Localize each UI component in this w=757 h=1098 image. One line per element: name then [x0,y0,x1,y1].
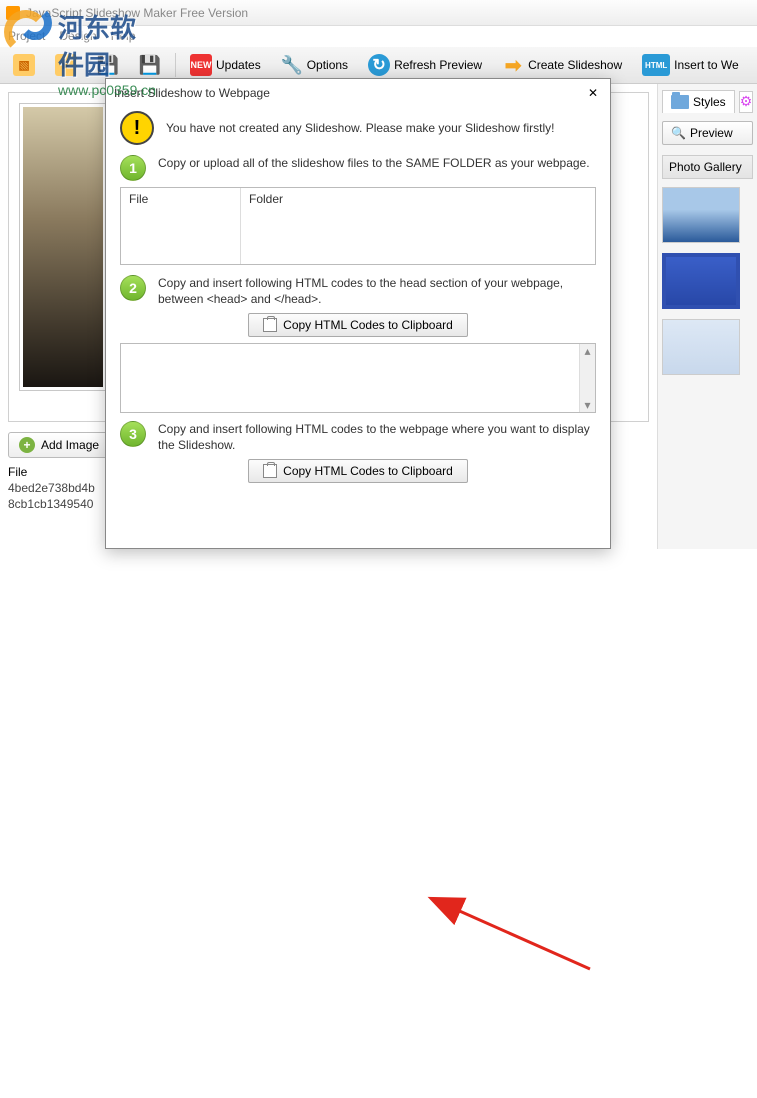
dialog-title: Insert Slideshow to Webpage [114,86,270,100]
magnifier-icon: 🔍 [671,126,686,140]
insert-slideshow-dialog: Insert Slideshow to Webpage ✕ ! You have… [105,78,611,549]
refresh-preview-button[interactable]: ↻ Refresh Preview [359,50,491,80]
toolbar-saveas-button[interactable]: 💾 [130,50,170,80]
close-icon: ✕ [588,86,598,100]
insert-label: Insert to We [674,58,738,72]
settings-button[interactable]: ⚙ [739,91,754,113]
copy-btn2-label: Copy HTML Codes to Clipboard [283,464,453,478]
toolbar-new-button[interactable]: ▧ [4,50,44,80]
gallery-style-thumb[interactable] [662,187,740,243]
slide-image [23,107,103,387]
warning-text: You have not created any Slideshow. Plea… [166,120,554,136]
step-1-icon: 1 [120,155,146,181]
wrench-icon: 🔧 [281,54,303,76]
step-3-icon: 3 [120,421,146,447]
warning-icon: ! [120,111,154,145]
preview-label: Preview [690,126,733,140]
refresh-label: Refresh Preview [394,58,482,72]
window-titlebar: JavaScript Slideshow Maker Free Version [0,0,757,26]
clipboard-icon [263,318,277,332]
step-2-text: Copy and insert following HTML codes to … [158,275,596,307]
gear-icon: ⚙ [740,93,753,110]
step-1-text: Copy or upload all of the slideshow file… [158,155,590,181]
step-3-text: Copy and insert following HTML codes to … [158,421,596,453]
options-label: Options [307,58,348,72]
updates-button[interactable]: NEW Updates [181,50,270,80]
head-code-textarea[interactable]: ▴▾ [120,343,596,413]
close-button[interactable]: ✕ [584,84,602,102]
html-icon: HTML [642,54,670,76]
toolbar-open-button[interactable]: ▸ [46,50,86,80]
create-slideshow-button[interactable]: ➡ Create Slideshow [493,50,631,80]
category-header: Photo Gallery [662,155,753,179]
file-folder-grid[interactable]: File Folder [120,187,596,265]
window-title: JavaScript Slideshow Maker Free Version [26,6,248,20]
menu-bar: Project Design Help [0,26,757,46]
slide-thumbnail[interactable] [19,103,107,391]
annotation-arrow [0,549,757,1098]
right-panel: Styles ⚙ 🔍 Preview Photo Gallery [657,84,757,549]
dialog-header: Insert Slideshow to Webpage ✕ [106,79,610,107]
add-image-button[interactable]: + Add Image [8,432,110,458]
styles-tab[interactable]: Styles [662,90,735,113]
copy-html-head-button[interactable]: Copy HTML Codes to Clipboard [248,313,468,337]
plus-icon: + [19,437,35,453]
create-icon: ➡ [502,54,524,76]
toolbar-save-button[interactable]: 💾 [88,50,128,80]
grid-col-folder: Folder [249,192,283,206]
clipboard-icon [263,464,277,478]
options-button[interactable]: 🔧 Options [272,50,357,80]
scrollbar[interactable]: ▴▾ [579,344,595,412]
app-icon [6,6,20,20]
menu-project[interactable]: Project [8,29,45,43]
gallery-style-thumb[interactable] [662,253,740,309]
copy-html-body-button[interactable]: Copy HTML Codes to Clipboard [248,459,468,483]
updates-label: Updates [216,58,261,72]
menu-help[interactable]: Help [111,29,136,43]
create-label: Create Slideshow [528,58,622,72]
add-image-label: Add Image [41,438,99,452]
folder-icon [671,95,689,109]
refresh-icon: ↻ [368,54,390,76]
toolbar-separator [175,53,176,77]
scroll-down-icon: ▾ [584,398,590,412]
updates-icon: NEW [190,54,212,76]
insert-to-web-button[interactable]: HTML Insert to We [633,50,747,80]
menu-design[interactable]: Design [59,29,96,43]
step-2-icon: 2 [120,275,146,301]
preview-button[interactable]: 🔍 Preview [662,121,753,145]
grid-col-file: File [129,192,232,206]
styles-tab-label: Styles [693,95,726,109]
copy-btn-label: Copy HTML Codes to Clipboard [283,318,453,332]
dialog-body: ! You have not created any Slideshow. Pl… [106,107,610,548]
gallery-style-thumb[interactable] [662,319,740,375]
scroll-up-icon: ▴ [584,344,590,358]
